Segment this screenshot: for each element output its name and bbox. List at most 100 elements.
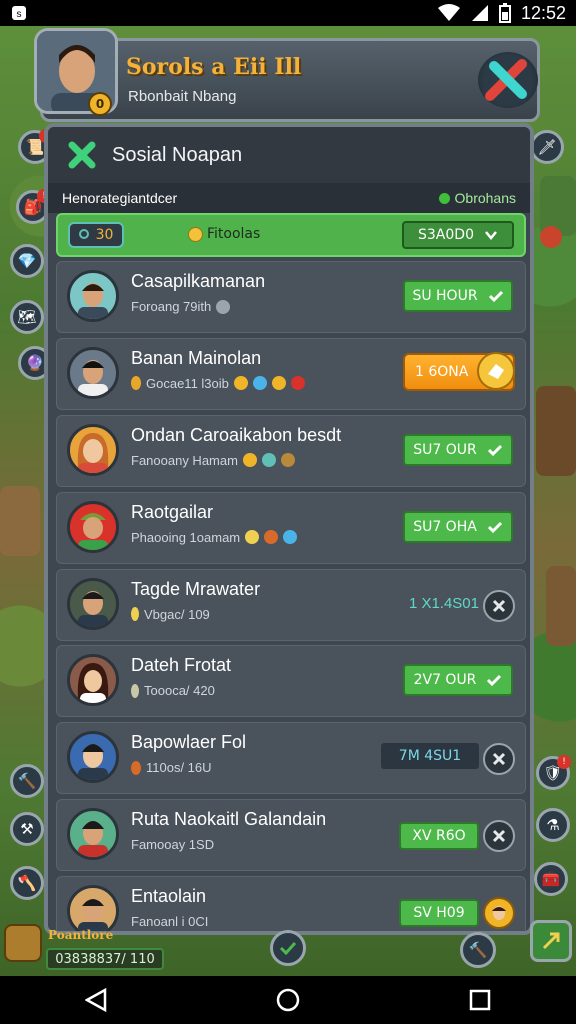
friend-portrait-icon [78, 283, 108, 319]
friend-status-text: Gocae11 l3oib [146, 375, 229, 391]
decline-button[interactable] [483, 589, 515, 622]
close-x-icon[interactable] [66, 139, 98, 171]
coin-icon [188, 226, 203, 242]
crate-decoration [0, 486, 40, 556]
friend-portrait-icon [78, 512, 108, 550]
hammer-icon: 🔨 [468, 941, 488, 959]
close-icon [492, 753, 506, 766]
decline-button[interactable] [483, 743, 515, 776]
battery-icon [498, 3, 511, 23]
back-triangle-icon [85, 988, 107, 1012]
recents-square-icon [469, 989, 491, 1011]
decline-button[interactable] [483, 820, 515, 853]
game-title: Sorols a Eii Ill [126, 54, 302, 80]
side-chest-button[interactable]: 🧰 [534, 862, 568, 896]
search-icon [78, 229, 89, 239]
close-icon [492, 830, 506, 843]
friend-portrait-icon [77, 432, 109, 473]
friend-action-button[interactable]: 2V7 OUR [403, 664, 513, 697]
back-button[interactable] [81, 985, 111, 1015]
side-sword-button[interactable]: 🗡 [530, 130, 564, 164]
friend-row[interactable]: Tagde Mrawater Vbgac/ 109 1 X1.4S01 [56, 568, 526, 641]
friend-avatar [67, 731, 119, 784]
home-button[interactable] [273, 985, 303, 1015]
friend-status: Toooca/ 420 [131, 683, 215, 698]
friend-row[interactable]: Dateh Frotat Toooca/ 420 2V7 OUR [56, 645, 526, 718]
friend-row[interactable]: Ondan Caroaikabon besdt Fanooany Hamam S… [56, 414, 526, 487]
close-crystal-button[interactable] [478, 52, 538, 108]
axe-icon: 🪓 [17, 874, 37, 892]
online-label: Obrohans [454, 190, 516, 206]
friend-mini-avatar[interactable] [483, 897, 515, 930]
filter-label-text: Fitoolas [207, 226, 261, 242]
filter-dropdown[interactable]: S3A0D0 [402, 221, 514, 249]
friend-row[interactable]: Banan Mainolan Gocae11 l3oib 1 6ONA [56, 337, 526, 410]
checkmark-icon [487, 675, 502, 687]
side-tools-button[interactable]: ⚒ [10, 812, 44, 846]
star-icon [233, 376, 248, 391]
player-level-badge: 0 [88, 92, 112, 116]
hammer-icon: 🔨 [17, 772, 37, 790]
bottom-check-button[interactable] [270, 930, 306, 966]
friend-name: Casapilkamanan [131, 271, 266, 291]
friend-status: Phaooing 1oamam [131, 530, 298, 545]
friend-action-label: XV R6O [412, 828, 466, 845]
star-icon [264, 530, 279, 545]
friend-name: Banan Mainolan [131, 347, 262, 368]
friend-row[interactable]: Ruta Naokaitl Galandain Famooay 1SD XV R… [56, 799, 526, 872]
crate-decoration [546, 566, 576, 646]
wifi-icon [437, 4, 460, 21]
friend-status-text: Vbgac/ 109 [144, 606, 210, 622]
side-build-button[interactable]: 🔨 [10, 764, 44, 798]
side-craft-button[interactable]: 🪓 [10, 866, 44, 900]
friend-row[interactable]: Raotgailar Phaooing 1oamam SU7 OHA [56, 491, 526, 564]
gift-icon [488, 363, 504, 379]
friend-name: Ruta Naokaitl Galandain [131, 809, 327, 830]
friend-action-button[interactable]: SU7 OHA [403, 510, 513, 543]
potion-icon [290, 376, 305, 391]
bottom-arrow-button[interactable] [530, 920, 572, 962]
friend-action-button[interactable]: SV H09 [399, 899, 479, 928]
bottom-craft-button[interactable]: 🔨 [460, 932, 496, 968]
checkmark-icon [487, 521, 502, 533]
pending-request-label: 7M 4SU1 [398, 748, 462, 765]
friend-status: 110os/ 16U [131, 760, 212, 775]
recents-button[interactable] [465, 985, 495, 1015]
friend-name: Entaolain [131, 886, 207, 907]
friend-status: Fanoanl i 0CI [131, 914, 208, 929]
friend-action-button[interactable]: SU7 OUR [403, 433, 513, 466]
friend-row[interactable]: Casapilkamanan Foroang 79ith SU HOUR [56, 261, 526, 333]
resource-counter: 03838837/ 110 [46, 948, 164, 970]
arrow-icon [542, 932, 560, 950]
smiley-icon [245, 530, 260, 545]
notification-badge: ! [557, 755, 571, 769]
potion-icon: ⚗ [546, 816, 560, 834]
side-map-button[interactable]: 🗺 [10, 300, 44, 334]
friend-name: Bapowlaer Fol [131, 732, 247, 753]
friend-action-button[interactable]: 1 6ONA [403, 351, 515, 391]
checkmark-icon [488, 290, 503, 302]
friend-count-pill[interactable]: 30 [68, 222, 124, 248]
friend-action-button[interactable]: SU HOUR [403, 280, 513, 312]
friend-row[interactable]: Entaolain Fanoanl i 0CI SV H09 [56, 876, 526, 931]
leaf-icon [261, 453, 276, 468]
star-icon [242, 453, 257, 468]
online-dot-icon [438, 192, 450, 204]
close-icon [492, 599, 506, 612]
side-gem-button[interactable]: 💎 [10, 244, 44, 278]
friend-avatar [67, 270, 119, 322]
filter-dropdown-value: S3A0D0 [418, 227, 474, 243]
resource-chest-button[interactable] [4, 924, 42, 962]
chest-icon: 🧰 [541, 870, 561, 888]
friend-action-label: 1 6ONA [415, 363, 469, 380]
friend-portrait-icon [78, 744, 108, 781]
friend-row[interactable]: Bapowlaer Fol 110os/ 16U 7M 4SU1 [56, 722, 526, 795]
side-potion-button[interactable]: ⚗ [536, 808, 570, 842]
friend-action-label: SV H09 [413, 905, 465, 922]
friend-status: Famooay 1SD [131, 837, 214, 852]
friend-portrait-icon [78, 359, 108, 396]
friend-status: Vbgac/ 109 [131, 607, 210, 622]
filter-label: Fitoolas [188, 226, 260, 242]
side-shield-button[interactable]: 🛡! [536, 755, 571, 790]
friend-action-button[interactable]: XV R6O [399, 822, 479, 851]
